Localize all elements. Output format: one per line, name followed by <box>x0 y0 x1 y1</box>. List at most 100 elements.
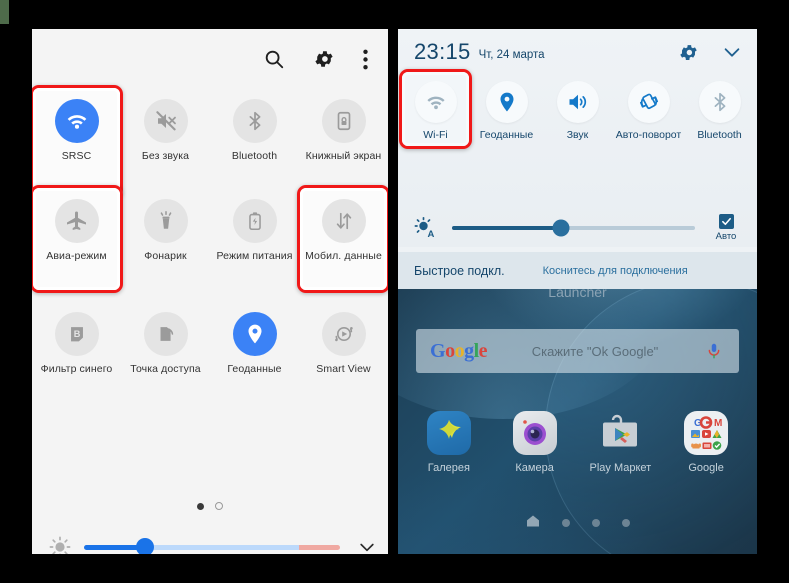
svg-text:M: M <box>714 418 722 429</box>
flashlight-icon <box>143 199 188 243</box>
blue-light-filter-icon: B <box>54 312 99 356</box>
brightness-slider-row <box>32 527 388 554</box>
tile-label: Авиа-режим <box>46 250 107 262</box>
home-icon[interactable] <box>526 514 540 532</box>
tile-bluetooth[interactable]: Bluetooth <box>684 77 755 141</box>
brightness-slider-handle[interactable] <box>136 538 154 554</box>
app-play-store[interactable]: Play Маркет <box>581 411 659 474</box>
tile-row: Авиа-режим Фонарик Режим питания Мобил. … <box>32 185 388 296</box>
power-mode-icon <box>232 199 277 243</box>
chevron-down-icon[interactable] <box>350 537 384 554</box>
page-dot-active[interactable] <box>197 502 204 510</box>
gear-icon[interactable] <box>678 42 699 63</box>
corner-artifact <box>0 0 9 24</box>
hotspot-icon <box>143 312 188 356</box>
tile-airplane-mode[interactable]: Авиа-режим <box>32 185 123 296</box>
tile-label: Мобил. данные <box>305 250 382 262</box>
tile-label: Книжный экран <box>305 150 382 162</box>
tile-label: Фонарик <box>144 250 187 262</box>
launcher-label: Launcher <box>548 289 607 300</box>
search-placeholder: Скажите "Ok Google" <box>531 343 659 359</box>
tile-location[interactable]: Геоданные <box>210 304 299 404</box>
google-folder-icon: G M <box>684 411 729 455</box>
date-label: Чт, 24 марта <box>478 49 545 61</box>
location-pin-icon <box>485 81 528 123</box>
app-label: Галерея <box>427 462 470 474</box>
brightness-fill <box>452 226 562 230</box>
right-phone-screen: 23:15 Чт, 24 марта Wi-Fi Геоданные Звук … <box>398 29 757 554</box>
tile-label: Bluetooth <box>231 150 278 162</box>
right-brightness-row: A Авто <box>398 207 757 249</box>
brightness-slider-handle[interactable] <box>552 219 570 237</box>
left-panel-topbar <box>32 29 388 89</box>
tile-bluetooth[interactable]: Bluetooth <box>210 91 299 191</box>
tile-location[interactable]: Геоданные <box>471 77 542 141</box>
more-vertical-icon[interactable] <box>363 49 368 70</box>
tile-hotspot[interactable]: Точка доступа <box>121 304 210 404</box>
tile-row: SRSC Без звука Bluetooth Книжный экран <box>32 85 388 199</box>
quick-connect-subtitle: Коснитесь для подключения <box>542 264 688 277</box>
tile-label: Wi-Fi <box>423 129 448 141</box>
status-bar: 23:15 Чт, 24 марта <box>398 29 757 75</box>
tile-row: B Фильтр синего Точка доступа Геоданные … <box>32 296 388 404</box>
app-gallery[interactable]: Галерея <box>410 411 488 474</box>
left-black-margin <box>0 0 9 583</box>
tile-label: SRSC <box>61 150 92 162</box>
tile-label: Геоданные <box>479 129 534 141</box>
tile-blue-light-filter[interactable]: B Фильтр синего <box>32 304 121 404</box>
app-google-folder[interactable]: G M Google <box>667 411 745 474</box>
wifi-icon <box>54 99 99 143</box>
tile-srsc[interactable]: SRSC <box>32 85 123 199</box>
brightness-slider[interactable] <box>84 538 340 554</box>
quick-connect-row[interactable]: Быстрое подкл. Коснитесь для подключения <box>398 252 757 289</box>
home-page-dot[interactable] <box>591 519 600 527</box>
microphone-icon[interactable] <box>703 342 725 360</box>
page-dot[interactable] <box>215 502 223 510</box>
app-camera[interactable]: Камера <box>496 411 574 474</box>
tile-rotation-lock[interactable]: Книжный экран <box>299 91 388 191</box>
tile-label: Режим питания <box>216 250 293 262</box>
search-icon[interactable] <box>263 48 285 70</box>
smart-view-icon <box>321 312 366 356</box>
app-label: Google <box>688 462 724 474</box>
right-tile-row: Wi-Fi Геоданные Звук Авто-поворот Blueto… <box>398 69 757 149</box>
auto-brightness-toggle[interactable]: Авто <box>705 214 747 242</box>
tile-sound[interactable]: Звук <box>542 77 613 141</box>
clock: 23:15 <box>414 39 471 64</box>
camera-icon <box>512 411 557 455</box>
tile-label: Авто-поворот <box>615 129 682 141</box>
tile-mobile-data[interactable]: Мобил. данные <box>297 185 388 296</box>
app-label: Камера <box>515 462 554 474</box>
home-page-dot[interactable] <box>621 519 630 527</box>
left-tile-grid: SRSC Без звука Bluetooth Книжный экран А… <box>32 85 388 404</box>
svg-text:A: A <box>428 229 435 240</box>
play-store-icon <box>598 411 642 455</box>
sound-icon <box>556 81 599 123</box>
tile-flashlight[interactable]: Фонарик <box>121 191 210 296</box>
rotation-lock-icon <box>321 99 366 143</box>
brightness-slider[interactable] <box>452 219 695 237</box>
tile-label: Smart View <box>316 363 371 375</box>
home-page-dot[interactable] <box>561 519 570 527</box>
tile-mute[interactable]: Без звука <box>121 91 210 191</box>
home-page-indicator <box>398 514 757 532</box>
location-pin-icon <box>232 312 277 356</box>
tile-wifi[interactable]: Wi-Fi <box>399 69 472 149</box>
chevron-down-icon[interactable] <box>721 41 743 63</box>
tile-label: Bluetooth <box>697 129 742 141</box>
google-logo: Google <box>430 339 488 362</box>
google-search-bar[interactable]: Google Скажите "Ok Google" <box>416 329 739 373</box>
bluetooth-icon <box>698 81 741 123</box>
svg-text:B: B <box>73 329 80 339</box>
gear-icon[interactable] <box>313 48 335 70</box>
auto-label: Авто <box>715 231 737 242</box>
page-indicator <box>32 502 388 510</box>
tile-power-mode[interactable]: Режим питания <box>210 191 299 296</box>
tile-label: Геоданные <box>227 363 282 375</box>
mobile-data-icon <box>321 199 366 243</box>
quick-connect-title: Быстрое подкл. <box>414 263 505 278</box>
tile-smart-view[interactable]: Smart View <box>299 304 388 404</box>
tile-label: Фильтр синего <box>40 363 113 375</box>
checkbox-checked-icon[interactable] <box>718 214 734 229</box>
tile-auto-rotate[interactable]: Авто-поворот <box>613 77 684 141</box>
